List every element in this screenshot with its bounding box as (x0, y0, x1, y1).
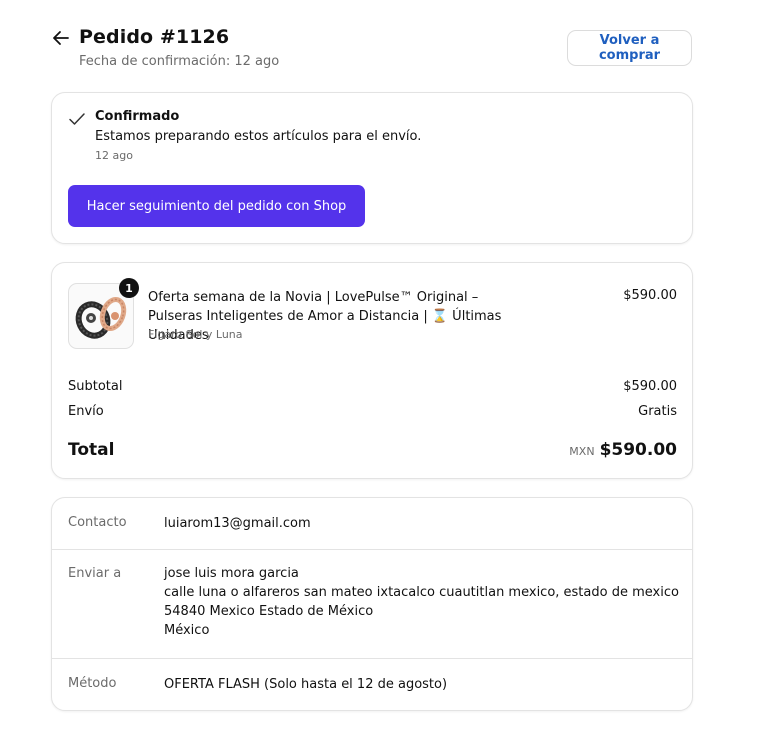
contact-value: luiarom13@gmail.com (164, 516, 311, 531)
contact-label: Contacto (68, 515, 127, 530)
subtotal-row: Subtotal $590.00 (68, 379, 677, 394)
quantity-badge: 1 (119, 278, 139, 298)
order-header: Pedido #1126 Fecha de confirmación: 12 a… (51, 26, 692, 76)
total-value: $590.00 (599, 440, 677, 460)
contact-row: Contacto luiarom13@gmail.com (52, 498, 692, 550)
shipping-row: Envío Gratis (68, 404, 677, 419)
product-variant: Fígaro Sol y Luna (148, 328, 243, 341)
method-value: OFERTA FLASH (Solo hasta el 12 de agosto… (164, 677, 448, 692)
subtotal-label: Subtotal (68, 379, 123, 394)
total-label: Total (68, 440, 115, 460)
buy-again-button[interactable]: Volver a comprar (567, 30, 692, 66)
method-label: Método (68, 676, 117, 691)
status-card: Confirmado Estamos preparando estos artí… (51, 92, 693, 244)
subtotal-value: $590.00 (623, 379, 677, 394)
check-icon (69, 113, 85, 125)
address-line: 54840 Mexico Estado de México (164, 604, 374, 619)
shipping-label: Envío (68, 404, 104, 419)
ship-to-label: Enviar a (68, 566, 122, 581)
currency-code: MXN (569, 445, 595, 458)
shipping-value: Gratis (638, 404, 677, 419)
back-arrow-icon[interactable] (51, 28, 71, 48)
address-line: México (164, 623, 210, 638)
track-order-button[interactable]: Hacer seguimiento del pedido con Shop (68, 185, 365, 227)
status-message: Estamos preparando estos artículos para … (95, 129, 422, 144)
product-price: $590.00 (623, 288, 677, 303)
status-title: Confirmado (95, 109, 180, 124)
ship-to-row: Enviar a jose luis mora garcia calle lun… (52, 550, 692, 659)
ship-to-address: jose luis mora garcia calle luna o alfar… (164, 564, 679, 640)
method-row: Método OFERTA FLASH (Solo hasta el 12 de… (52, 659, 692, 710)
total-row: Total MXN $590.00 (68, 440, 677, 460)
total-amount: MXN $590.00 (569, 440, 677, 460)
product-thumbnail: 1 (68, 278, 139, 349)
address-line: calle luna o alfareros san mateo ixtacal… (164, 585, 679, 600)
confirmation-date: Fecha de confirmación: 12 ago (79, 54, 280, 69)
order-summary-card: 1 Oferta semana de la Novia | LovePulse™… (51, 262, 693, 479)
address-line: jose luis mora garcia (164, 566, 299, 581)
order-info-card: Contacto luiarom13@gmail.com Enviar a jo… (51, 497, 693, 711)
page-title: Pedido #1126 (79, 26, 230, 48)
status-time: 12 ago (95, 149, 133, 162)
